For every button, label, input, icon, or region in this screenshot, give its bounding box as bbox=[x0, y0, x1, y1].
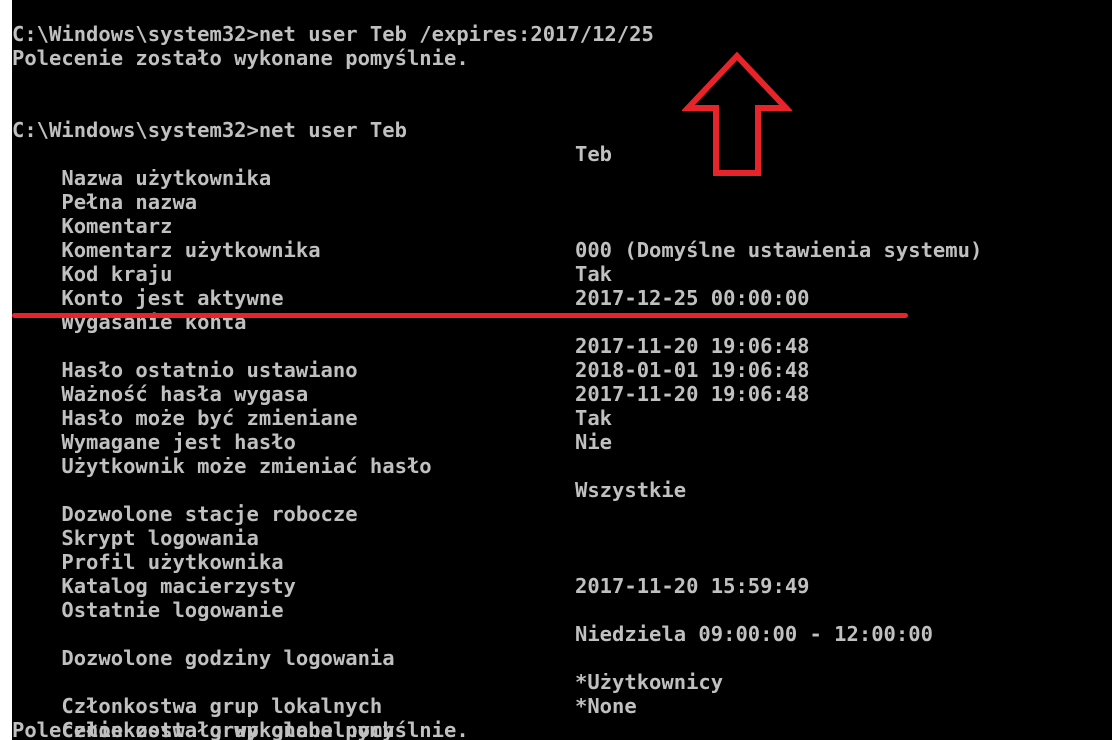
row-value: 2017-11-20 15:59:49 bbox=[575, 574, 810, 598]
window-left-edge bbox=[0, 0, 12, 740]
user-info-row: Hasło może być zmieniane 2017-11-20 19:0… bbox=[12, 382, 809, 430]
row-value: Teb bbox=[575, 142, 613, 166]
user-info-row: Ostatnie logowanie 2017-11-20 15:59:49 bbox=[12, 574, 809, 622]
row-key: Użytkownik może zmieniać hasło bbox=[61, 454, 432, 478]
user-info-row: Katalog macierzysty bbox=[12, 550, 296, 598]
user-info-row: Hasło ostatnio ustawiano 2017-11-20 19:0… bbox=[12, 334, 809, 382]
user-info-row: Członkostwa grup globalnych *None bbox=[12, 694, 636, 740]
user-info-row: Użytkownik może zmieniać hasło Nie bbox=[12, 430, 612, 478]
user-info-row: Komentarz użytkownika bbox=[12, 214, 320, 262]
command-prompt-console[interactable]: C:\Windows\system32>net user Teb /expire… bbox=[12, 0, 1112, 740]
user-info-row: Dozwolone godziny logowania Niedziela 09… bbox=[12, 622, 933, 670]
user-info-row: Ważność hasła wygasa 2018-01-01 19:06:48 bbox=[12, 358, 809, 406]
row-value: 2017-11-20 19:06:48 bbox=[575, 334, 810, 358]
row-value: Tak bbox=[575, 262, 613, 286]
row-value: 2018-01-01 19:06:48 bbox=[575, 358, 810, 382]
row-value: 000 (Domyślne ustawienia systemu) bbox=[575, 238, 983, 262]
red-underline-annotation bbox=[12, 313, 908, 318]
user-info-row: Pełna nazwa bbox=[12, 166, 197, 214]
row-value: 2017-12-25 00:00:00 bbox=[575, 286, 810, 310]
row-value: Wszystkie bbox=[575, 478, 687, 502]
user-info-row: Nazwa użytkownika Teb bbox=[12, 142, 612, 190]
command-line-net-user: C:\Windows\system32>net user Teb bbox=[12, 118, 407, 142]
up-arrow-icon bbox=[682, 52, 792, 176]
user-info-row: Konto jest aktywne Tak bbox=[12, 262, 612, 310]
command-line-expires: C:\Windows\system32>net user Teb /expire… bbox=[12, 22, 654, 46]
row-value: 2017-11-20 19:06:48 bbox=[575, 382, 810, 406]
user-info-row: Dozwolone stacje robocze Wszystkie bbox=[12, 478, 686, 526]
user-info-row: Członkostwa grup lokalnych *Użytkownicy bbox=[12, 670, 723, 718]
row-key: Dozwolone godziny logowania bbox=[61, 646, 395, 670]
row-value: Nie bbox=[575, 430, 613, 454]
row-value: Niedziela 09:00:00 - 12:00:00 bbox=[575, 622, 933, 646]
user-info-row-account-expiry: Wygasanie konta 2017-12-25 00:00:00 bbox=[12, 286, 809, 334]
user-info-row: Komentarz bbox=[12, 190, 172, 238]
row-key: Ostatnie logowanie bbox=[61, 598, 284, 622]
row-value: *Użytkownicy bbox=[575, 670, 724, 694]
user-info-row: Profil użytkownika bbox=[12, 526, 283, 574]
user-info-row: Kod kraju 000 (Domyślne ustawienia syste… bbox=[12, 238, 982, 286]
row-value: *None bbox=[575, 694, 637, 718]
success-message: Polecenie zostało wykonane pomyślnie. bbox=[12, 718, 469, 740]
user-info-row: Wymagane jest hasło Tak bbox=[12, 406, 612, 454]
row-value: Tak bbox=[575, 406, 613, 430]
user-info-row: Skrypt logowania bbox=[12, 502, 258, 550]
success-message: Polecenie zostało wykonane pomyślnie. bbox=[12, 46, 469, 70]
